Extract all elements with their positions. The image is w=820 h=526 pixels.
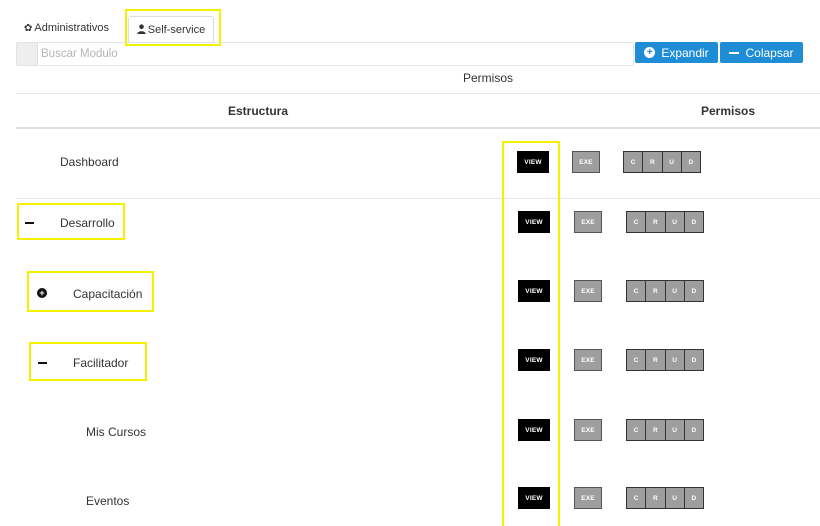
exe-button-desarrollo[interactable]: EXE bbox=[574, 211, 602, 233]
exe-button-facilitador[interactable]: EXE bbox=[574, 349, 602, 371]
row-label-eventos: Eventos bbox=[86, 494, 130, 508]
search-box bbox=[16, 42, 634, 66]
row-label-capacitacion: Capacitación bbox=[73, 287, 143, 301]
crud-group-eventos: C R U D bbox=[626, 487, 704, 509]
exe-button-dashboard[interactable]: EXE bbox=[572, 151, 600, 173]
create-button[interactable]: C bbox=[627, 281, 647, 301]
exe-button-mis-cursos[interactable]: EXE bbox=[574, 419, 602, 441]
table-header-top-border bbox=[16, 93, 820, 94]
row-divider bbox=[16, 198, 820, 199]
crud-group-mis-cursos: C R U D bbox=[626, 419, 704, 441]
update-button[interactable]: U bbox=[666, 350, 685, 370]
row-label-mis-cursos: Mis Cursos bbox=[86, 425, 147, 439]
update-button[interactable]: U bbox=[663, 152, 682, 172]
crud-group-capacitacion: C R U D bbox=[626, 280, 704, 302]
plus-circle-icon: + bbox=[644, 47, 656, 58]
minus-icon bbox=[729, 51, 740, 54]
table-header-bottom-border bbox=[16, 127, 820, 129]
create-button[interactable]: C bbox=[624, 152, 644, 172]
create-button[interactable]: C bbox=[627, 350, 647, 370]
collapse-toggle-icon[interactable] bbox=[38, 362, 47, 364]
read-button[interactable]: R bbox=[643, 152, 663, 172]
create-button[interactable]: C bbox=[627, 488, 647, 508]
search-addon bbox=[17, 43, 38, 65]
exe-button-capacitacion[interactable]: EXE bbox=[574, 280, 602, 302]
update-button[interactable]: U bbox=[666, 488, 685, 508]
expand-button[interactable]: + Expandir bbox=[635, 42, 718, 63]
view-button-capacitacion[interactable]: VIEW bbox=[518, 280, 550, 302]
delete-button[interactable]: D bbox=[685, 212, 703, 232]
tab-administrativos-label: Administrativos bbox=[34, 22, 109, 34]
expand-button-label: Expandir bbox=[661, 45, 709, 60]
read-button[interactable]: R bbox=[646, 281, 666, 301]
search-input[interactable] bbox=[38, 43, 634, 65]
read-button[interactable]: R bbox=[646, 350, 666, 370]
user-icon bbox=[137, 23, 146, 37]
gear-icon: ✿ bbox=[24, 22, 33, 34]
view-button-mis-cursos[interactable]: VIEW bbox=[518, 419, 550, 441]
row-label-dashboard: Dashboard bbox=[60, 155, 119, 169]
tab-self-service[interactable]: Self-service bbox=[128, 16, 214, 43]
collapse-toggle-icon[interactable] bbox=[25, 222, 34, 224]
update-button[interactable]: U bbox=[666, 212, 685, 232]
tab-administrativos[interactable]: ✿ Administrativos bbox=[18, 16, 115, 40]
view-button-eventos[interactable]: VIEW bbox=[518, 487, 550, 509]
update-button[interactable]: U bbox=[666, 420, 685, 440]
view-button-facilitador[interactable]: VIEW bbox=[518, 349, 550, 371]
row-label-facilitador: Facilitador bbox=[73, 356, 129, 370]
delete-button[interactable]: D bbox=[685, 350, 703, 370]
view-button-desarrollo[interactable]: VIEW bbox=[518, 211, 550, 233]
collapse-button[interactable]: Colapsar bbox=[720, 42, 803, 63]
delete-button[interactable]: D bbox=[685, 420, 703, 440]
read-button[interactable]: R bbox=[646, 420, 666, 440]
delete-button[interactable]: D bbox=[685, 281, 703, 301]
row-label-desarrollo: Desarrollo bbox=[60, 216, 115, 230]
read-button[interactable]: R bbox=[646, 212, 666, 232]
create-button[interactable]: C bbox=[627, 212, 647, 232]
delete-button[interactable]: D bbox=[685, 488, 703, 508]
column-header-estructura: Estructura bbox=[228, 104, 289, 118]
expand-toggle-icon[interactable]: + bbox=[37, 288, 47, 298]
view-button-dashboard[interactable]: VIEW bbox=[517, 151, 549, 173]
crud-group-dashboard: C R U D bbox=[623, 151, 701, 173]
create-button[interactable]: C bbox=[627, 420, 647, 440]
crud-group-desarrollo: C R U D bbox=[626, 211, 704, 233]
permisos-caption: Permisos bbox=[463, 71, 514, 85]
read-button[interactable]: R bbox=[646, 488, 666, 508]
collapse-button-label: Colapsar bbox=[745, 45, 794, 60]
delete-button[interactable]: D bbox=[682, 152, 700, 172]
update-button[interactable]: U bbox=[666, 281, 685, 301]
column-header-permisos: Permisos bbox=[701, 104, 756, 118]
tab-self-service-label: Self-service bbox=[147, 24, 206, 36]
exe-button-eventos[interactable]: EXE bbox=[574, 487, 602, 509]
crud-group-facilitador: C R U D bbox=[626, 349, 704, 371]
